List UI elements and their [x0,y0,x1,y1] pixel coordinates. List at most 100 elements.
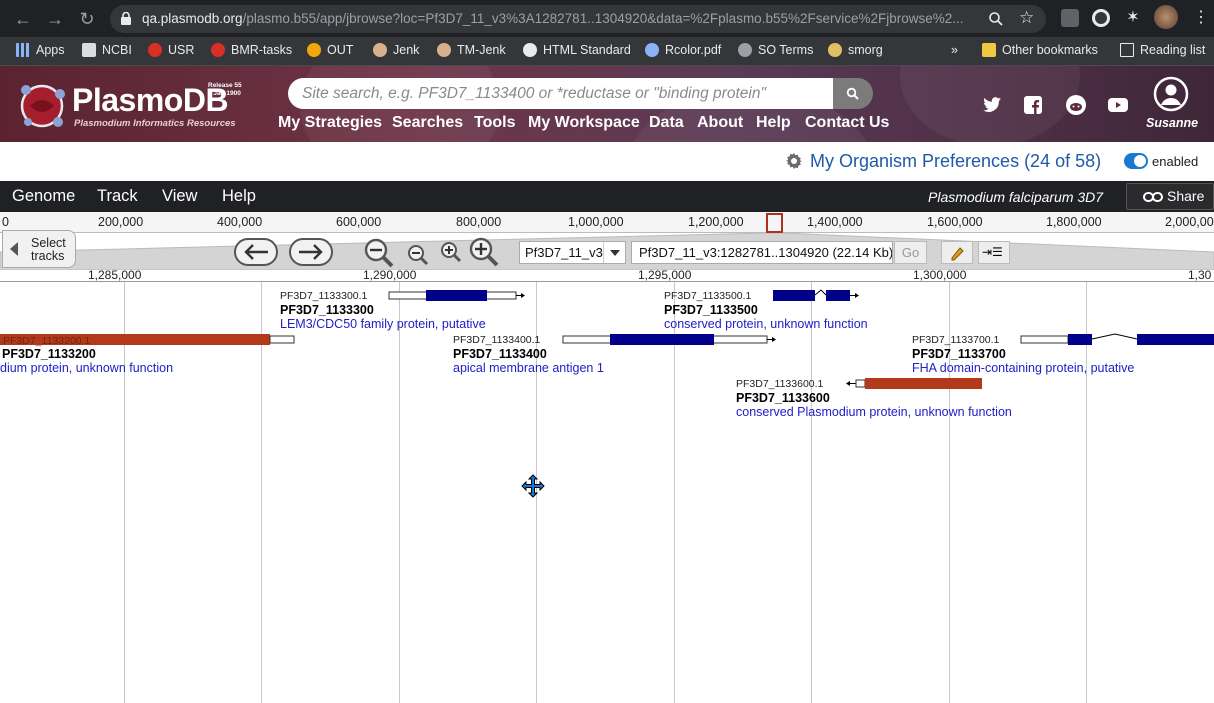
menu-genome[interactable]: Genome [12,187,75,206]
toggle-knob [1134,155,1146,167]
zoom-in-large-icon[interactable] [467,236,501,268]
toggle-label: enabled [1152,154,1199,169]
select-tracks-button[interactable]: Select tracks [2,230,76,268]
user-avatar-icon[interactable] [1153,76,1189,112]
search-button[interactable] [833,78,873,109]
bookmarks-overflow-button[interactable]: » [951,43,958,57]
zoom-icon[interactable] [988,11,1004,27]
overview-label: 2,000,000 [1165,215,1214,229]
overview-label: 600,000 [336,215,382,229]
chevron-down-icon [603,242,625,263]
address-bar[interactable]: qa.plasmodb.org/plasmo.b55/app/jbrowse?l… [110,5,1046,33]
gene-name[interactable]: PF3D7_1133700 [912,347,1006,361]
organism-preferences-link[interactable]: My Organism Preferences (24 of 58) [810,151,1101,172]
reading-list[interactable]: Reading list [1120,43,1205,57]
nav-searches[interactable]: Searches [392,114,463,132]
menu-help[interactable]: Help [222,187,256,206]
highlight-button[interactable] [941,241,973,264]
gene-model[interactable] [562,334,782,346]
bookmark-html-standard[interactable]: HTML Standard [523,43,631,57]
overview-label: 200,000 [98,215,144,229]
organism-filter-toggle[interactable] [1124,153,1148,169]
reload-icon[interactable]: ↻ [74,6,100,32]
out-icon [307,43,321,57]
gene-name[interactable]: PF3D7_1133300 [280,303,374,317]
ruler-label: 1,285,000 [88,268,142,282]
nav-data[interactable]: Data [649,114,684,132]
ncbi-icon [82,43,96,57]
nav-help[interactable]: Help [756,114,791,132]
gene-model[interactable] [388,290,528,302]
overview-label: 400,000 [217,215,263,229]
extension-ring-icon[interactable] [1092,9,1110,27]
zoom-in-icon[interactable] [438,240,464,264]
gene-track-area[interactable]: PF3D7_1133300.1 PF3D7_1133300 LEM3/CDC50… [0,282,1214,703]
bookmark-out[interactable]: OUT [307,43,353,57]
bookmark-label: Apps [36,43,65,57]
bookmark-bmr[interactable]: BMR-tasks [211,43,292,57]
gene-name[interactable]: PF3D7_1133400 [453,347,547,361]
twitter-icon[interactable] [981,94,1003,116]
puzzle-icon[interactable]: ✶ [1124,9,1142,27]
bookmark-usr[interactable]: USR [148,43,194,57]
transcript-id: PF3D7_1133600.1 [736,378,824,390]
plasmodb-logo-icon[interactable] [16,78,74,134]
profile-avatar[interactable] [1154,5,1178,29]
star-icon[interactable]: ☆ [1019,8,1034,28]
chromosome-select[interactable]: Pf3D7_11_v3 [519,241,626,264]
bookmarks-bar: Apps NCBI USR BMR-tasks OUT Jenk TM-Jenk… [0,37,1214,66]
left-triangle-icon [10,242,18,256]
location-input[interactable]: Pf3D7_11_v3:1282781..1304920 (22.14 Kb) [631,241,893,264]
nav-about[interactable]: About [697,114,743,132]
logo-text[interactable]: PlasmoDB [72,82,229,119]
gene-name[interactable]: PF3D7_1133200 [2,347,96,361]
site-search-input[interactable] [288,78,833,109]
reddit-icon[interactable] [1065,94,1087,116]
go-button[interactable]: Go [894,241,927,264]
menu-track[interactable]: Track [97,187,138,206]
nav-my-strategies[interactable]: My Strategies [278,114,382,132]
gene-name[interactable]: PF3D7_1133600 [736,391,830,405]
nav-tools[interactable]: Tools [474,114,515,132]
bookmark-tm-jenk[interactable]: TM-Jenk [437,43,506,57]
share-button[interactable]: Share [1126,183,1214,210]
gene-model[interactable] [843,378,985,390]
forward-arrow-icon[interactable]: → [42,6,68,32]
bookmark-rcolor[interactable]: Rcolor.pdf [645,43,721,57]
pan-left-icon[interactable] [234,238,278,266]
back-arrow-icon[interactable]: ← [10,6,36,32]
highlight-mode-button[interactable]: ⇥☰ [978,241,1010,264]
pan-right-icon[interactable] [289,238,333,266]
share-label: Share [1167,188,1205,204]
gene-name[interactable]: PF3D7_1133500 [664,303,758,317]
bookmark-smorg[interactable]: smorg [828,43,883,57]
bookmark-label: OUT [327,43,354,57]
bookmark-ncbi[interactable]: NCBI [82,43,132,57]
bmr-icon [211,43,225,57]
zoom-out-icon[interactable] [405,243,431,267]
overview-location-box[interactable] [766,213,783,233]
transcript-id: PF3D7_1133300.1 [280,290,368,302]
overview-label: 1,200,000 [688,215,744,229]
gene-model[interactable] [772,289,862,303]
zoom-out-large-icon[interactable] [362,237,396,269]
youtube-icon[interactable] [1107,94,1129,116]
site-header: PlasmoDB Plasmodium Informatics Resource… [0,66,1214,142]
gene-model[interactable] [1020,333,1214,347]
globe-icon [738,43,752,57]
bookmark-so-terms[interactable]: SO Terms [738,43,813,57]
extension-icon[interactable] [1061,9,1079,27]
bookmark-jenk[interactable]: Jenk [373,43,419,57]
nav-my-workspace[interactable]: My Workspace [528,114,640,132]
gear-icon[interactable] [783,150,805,172]
facebook-icon[interactable] [1022,94,1044,116]
bookmark-apps[interactable]: Apps [16,43,65,57]
other-bookmarks-label: Other bookmarks [1002,43,1098,57]
other-bookmarks[interactable]: Other bookmarks [982,43,1098,57]
kebab-menu-icon[interactable]: ⋮ [1192,9,1210,27]
user-name[interactable]: Susanne [1146,116,1198,130]
nav-contact-us[interactable]: Contact Us [805,114,889,132]
url-text: qa.plasmodb.org/plasmo.b55/app/jbrowse?l… [142,11,982,26]
overview-scale[interactable]: 0 200,000 400,000 600,000 800,000 1,000,… [0,212,1214,233]
menu-view[interactable]: View [162,187,197,206]
